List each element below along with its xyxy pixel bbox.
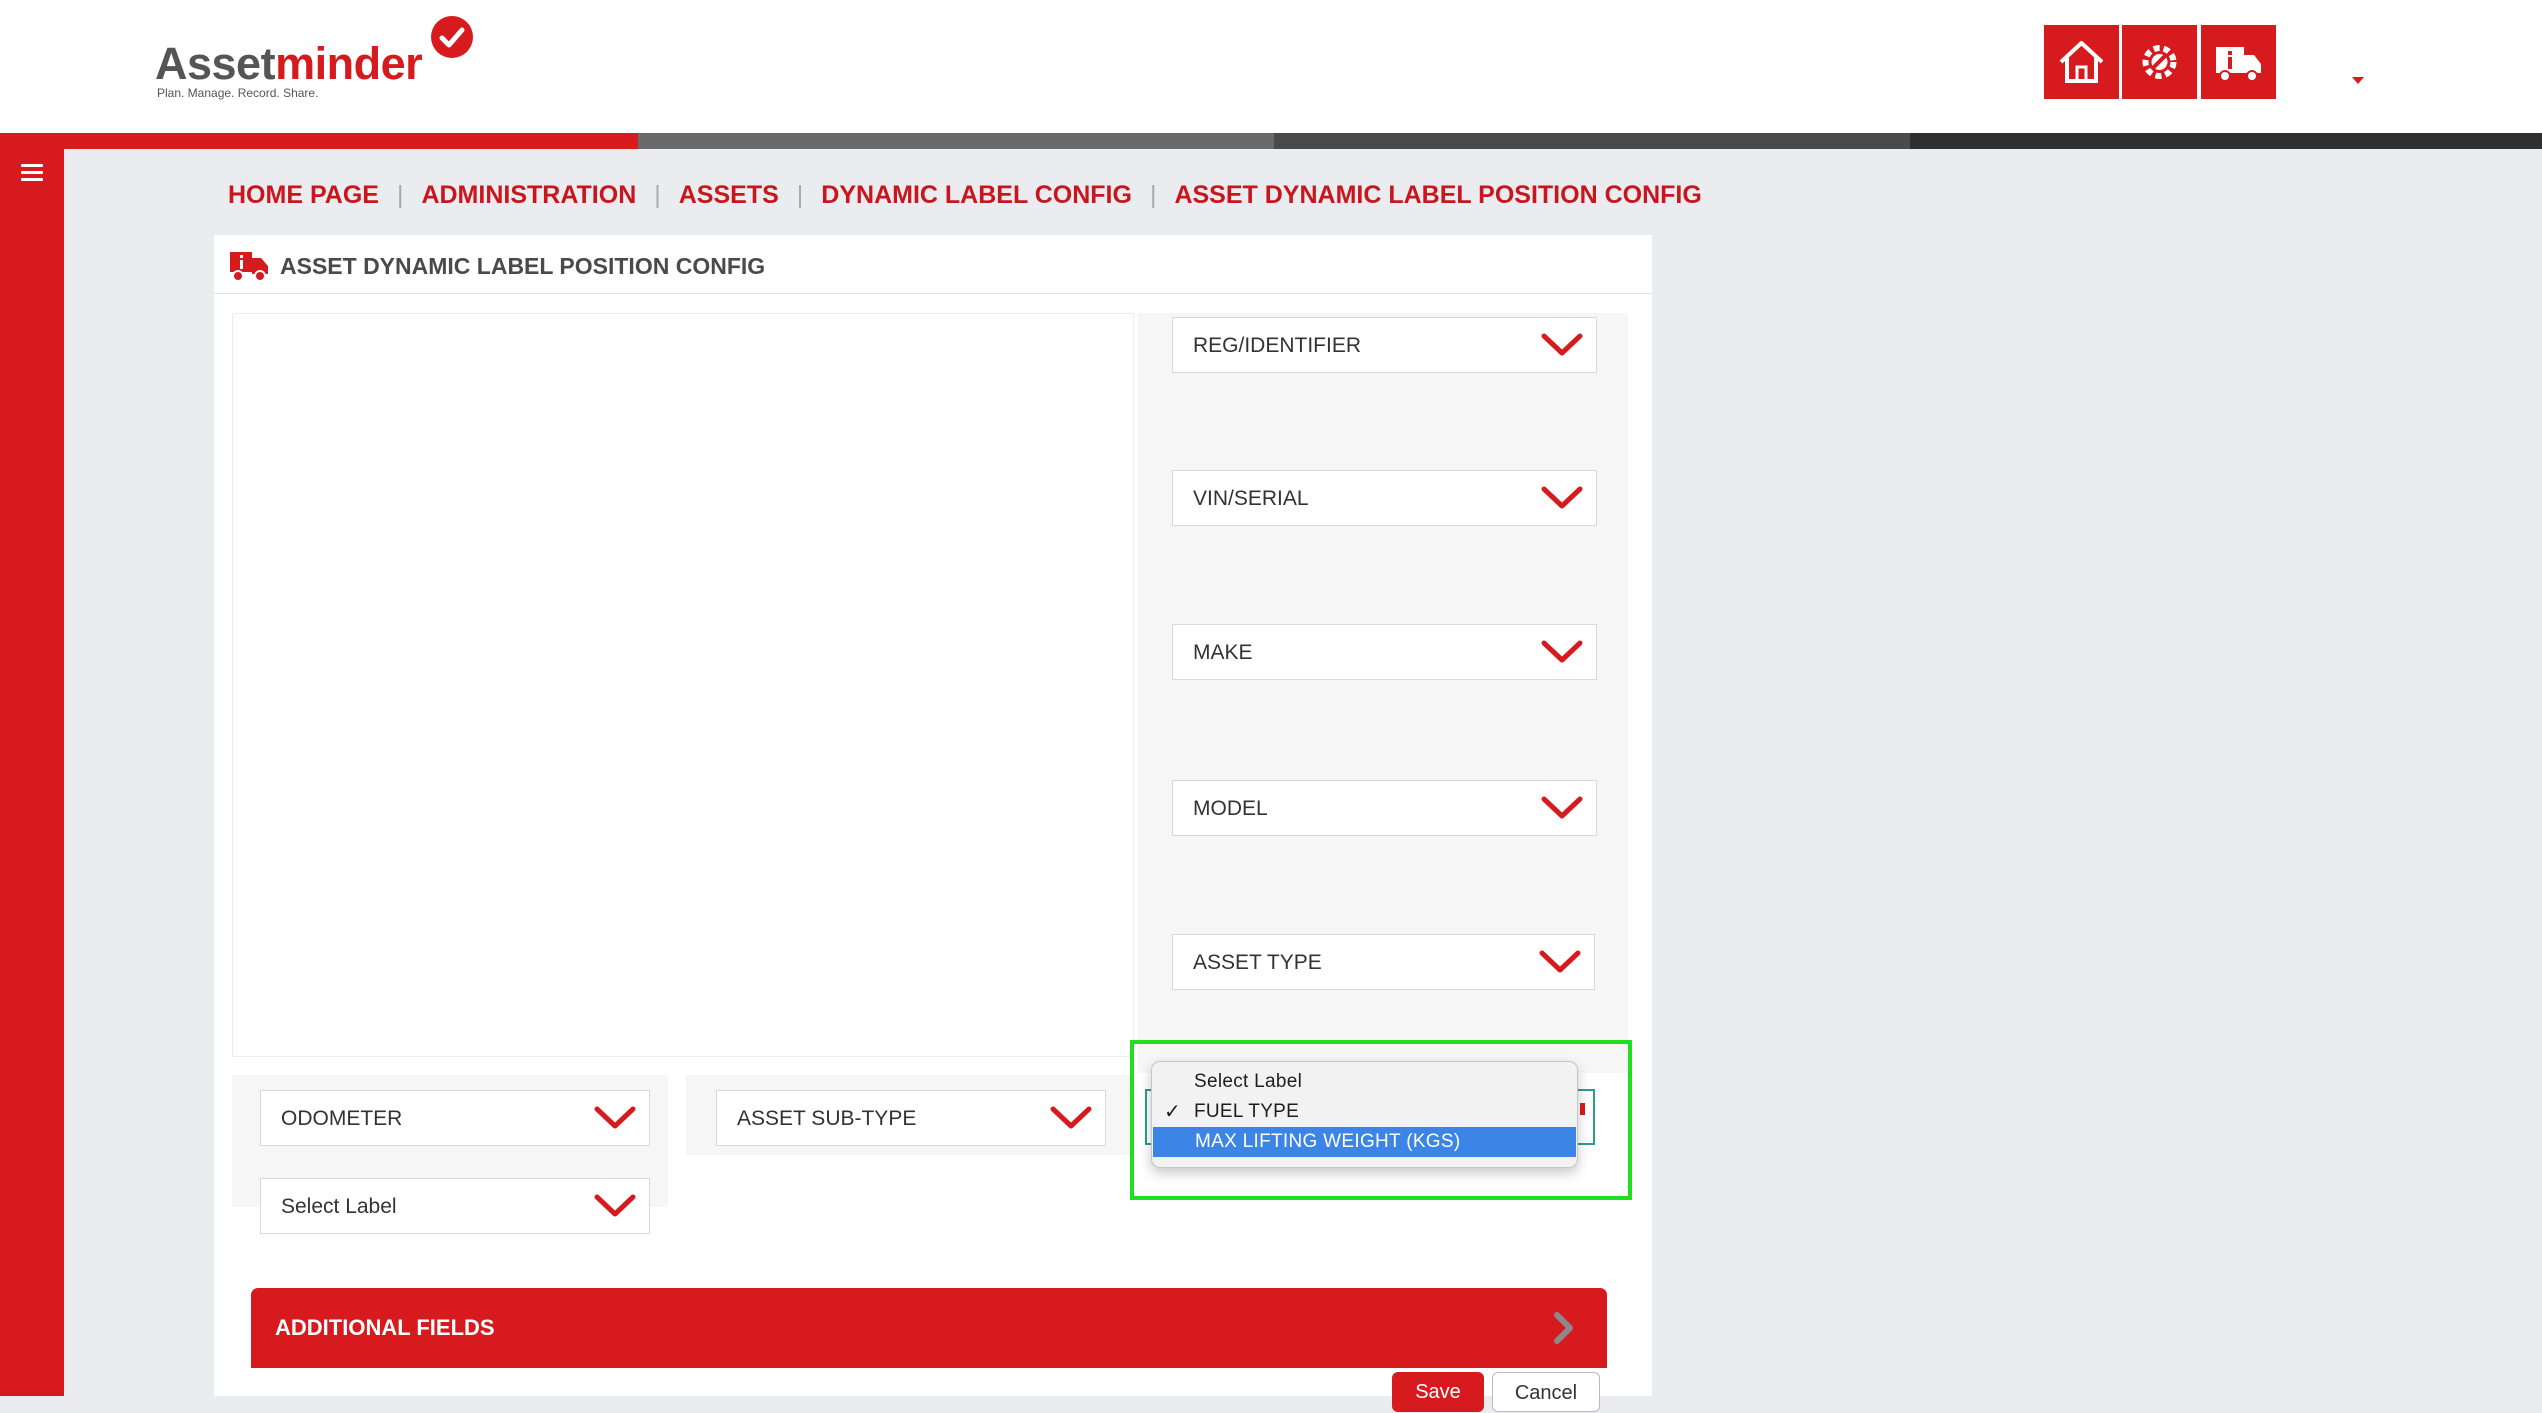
home-icon <box>2059 41 2104 83</box>
breadcrumb-current-page[interactable]: ASSET DYNAMIC LABEL POSITION CONFIG <box>1174 181 1701 210</box>
chevron-right-icon <box>1554 1312 1573 1344</box>
chevron-down-icon <box>594 1106 636 1129</box>
save-button[interactable]: Save <box>1392 1372 1484 1412</box>
additional-fields-toggle[interactable]: ADDITIONAL FIELDS <box>251 1288 1607 1368</box>
panel-title: ASSET DYNAMIC LABEL POSITION CONFIG <box>280 253 766 279</box>
chevron-down-icon <box>594 1194 636 1217</box>
label-select-odometer[interactable]: ODOMETER <box>260 1090 650 1146</box>
label-preview-area <box>232 313 1134 1057</box>
settings-wrench-icon <box>2142 45 2177 79</box>
sidebar <box>0 149 64 1396</box>
truck-info-icon <box>2216 47 2261 82</box>
label-select-empty[interactable]: Select Label <box>260 1178 650 1234</box>
breadcrumb-home[interactable]: HOME PAGE <box>228 181 379 210</box>
chevron-down-icon <box>1539 950 1581 973</box>
chevron-fragment-icon <box>1580 1103 1585 1115</box>
settings-button[interactable] <box>2122 25 2197 99</box>
divider <box>214 293 1652 294</box>
chevron-down-icon <box>1541 640 1583 663</box>
home-button[interactable] <box>2044 25 2119 99</box>
label-dropdown-menu: Select Label ✓ FUEL TYPE MAX LIFTING WEIG… <box>1151 1061 1578 1168</box>
header-accent-strip <box>0 133 2542 149</box>
assetminder-logo[interactable]: Assetminder Plan. Manage. Record. Share. <box>155 16 473 100</box>
breadcrumb-dynamic-label-config[interactable]: DYNAMIC LABEL CONFIG <box>821 181 1132 210</box>
chevron-down-icon <box>1050 1106 1092 1129</box>
chevron-down-icon <box>1541 796 1583 819</box>
asset-info-button[interactable] <box>2201 25 2276 99</box>
dropdown-option-select-label[interactable]: Select Label <box>1152 1067 1577 1097</box>
truck-info-icon <box>228 248 270 287</box>
checkmark-icon: ✓ <box>1164 1101 1182 1123</box>
additional-fields-label: ADDITIONAL FIELDS <box>275 1315 495 1340</box>
breadcrumb-separator: | <box>1149 180 1157 209</box>
logo-wordmark: Assetminder <box>155 38 423 89</box>
breadcrumb: HOME PAGE | ADMINISTRATION | ASSETS | DY… <box>228 177 1702 213</box>
chevron-down-icon <box>1541 486 1583 509</box>
breadcrumb-assets[interactable]: ASSETS <box>679 181 779 210</box>
label-select-vin-serial[interactable]: VIN/SERIAL <box>1172 470 1597 526</box>
label-select-make[interactable]: MAKE <box>1172 624 1597 680</box>
chevron-down-icon <box>1541 333 1583 356</box>
label-select-asset-sub-type[interactable]: ASSET SUB-TYPE <box>716 1090 1106 1146</box>
label-select-reg-identifier[interactable]: REG/IDENTIFIER <box>1172 317 1597 373</box>
cancel-button[interactable]: Cancel <box>1492 1372 1600 1412</box>
user-menu-caret-icon[interactable] <box>2352 77 2364 84</box>
top-header: Assetminder Plan. Manage. Record. Share. <box>0 0 2542 133</box>
dropdown-option-max-lifting-weight[interactable]: MAX LIFTING WEIGHT (KGS) <box>1153 1127 1576 1157</box>
breadcrumb-separator: | <box>654 180 661 209</box>
breadcrumb-administration[interactable]: ADMINISTRATION <box>421 181 636 210</box>
dropdown-option-fuel-type[interactable]: ✓ FUEL TYPE <box>1152 1097 1577 1127</box>
hamburger-menu-icon[interactable] <box>21 164 43 185</box>
label-select-model[interactable]: MODEL <box>1172 780 1597 836</box>
label-select-asset-type[interactable]: ASSET TYPE <box>1172 934 1595 990</box>
breadcrumb-separator: | <box>796 180 804 209</box>
logo-tagline: Plan. Manage. Record. Share. <box>157 86 319 100</box>
logo-check-icon <box>431 16 473 58</box>
breadcrumb-separator: | <box>396 180 404 209</box>
